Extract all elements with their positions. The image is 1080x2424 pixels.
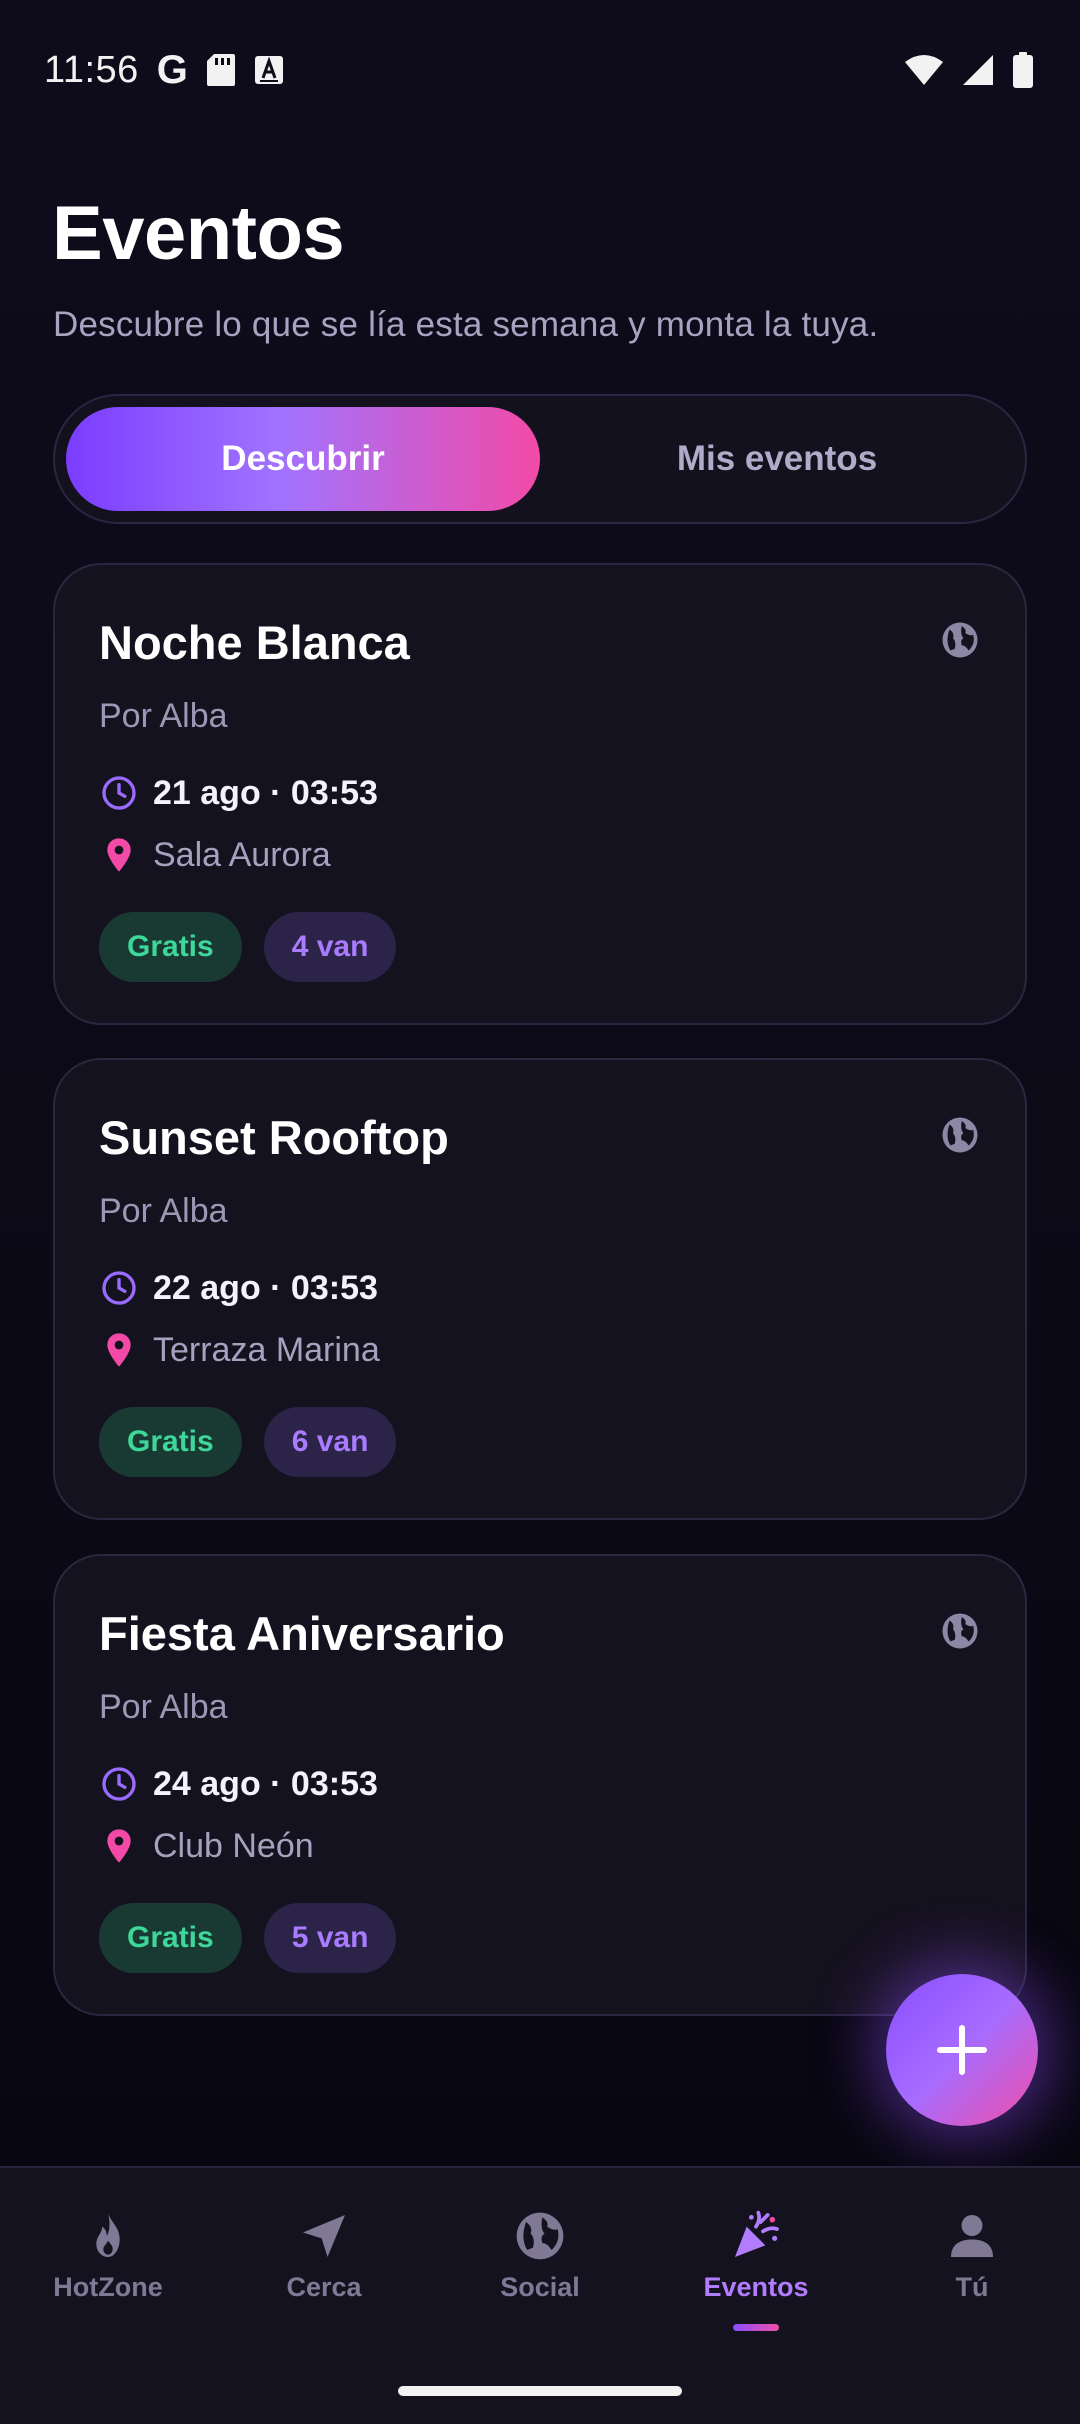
attendees-badge: 6 van <box>263 1407 397 1477</box>
nav-label: HotZone <box>53 2272 163 2302</box>
nav-label: Social <box>500 2272 580 2302</box>
nav-item-tu[interactable]: Tú <box>864 2168 1080 2368</box>
sd-card-icon <box>206 54 235 86</box>
nav-active-indicator <box>733 2324 779 2331</box>
event-chips: Gratis 5 van <box>99 1903 397 1973</box>
navigation-arrow-icon <box>303 2215 345 2257</box>
event-host: Por Alba <box>99 1688 228 1726</box>
event-place-row: Terraza Marina <box>99 1330 380 1370</box>
location-pin-icon <box>107 1333 131 1367</box>
create-event-button[interactable] <box>886 1974 1038 2126</box>
event-title: Noche Blanca <box>99 616 410 669</box>
page-subtitle: Descubre lo que se lía esta semana y mon… <box>53 305 879 344</box>
globe-icon <box>942 1117 978 1153</box>
google-icon: G <box>156 47 188 92</box>
plus-icon <box>937 2025 987 2075</box>
status-left: 11:56 G <box>44 48 284 93</box>
event-host: Por Alba <box>99 697 228 735</box>
page-title: Eventos <box>52 191 345 276</box>
event-title: Sunset Rooftop <box>99 1111 449 1164</box>
event-card[interactable]: Fiesta Aniversario Por Alba 24 ago · 03:… <box>53 1554 1027 2016</box>
nav-items: HotZone Cerca Social Eventos Tú <box>0 2168 1080 2368</box>
event-title: Fiesta Aniversario <box>99 1607 505 1660</box>
party-popper-icon <box>735 2210 779 2257</box>
location-pin-icon <box>107 838 131 872</box>
price-badge: Gratis <box>99 912 242 982</box>
font-icon <box>254 56 283 84</box>
event-place: Club Neón <box>153 1826 314 1865</box>
price-badge: Gratis <box>99 1407 242 1477</box>
event-card[interactable]: Sunset Rooftop Por Alba 22 ago · 03:53 T… <box>53 1058 1027 1520</box>
event-place-row: Sala Aurora <box>99 835 331 875</box>
tab-descubrir[interactable]: Descubrir <box>66 407 540 511</box>
attendees-badge: 5 van <box>263 1903 397 1973</box>
event-card[interactable]: Noche Blanca Por Alba 21 ago · 03:53 Sal… <box>53 563 1027 1025</box>
events-screen: 11:56 G Eventos Descubre lo que se lía e… <box>0 0 1080 2424</box>
clock-icon <box>102 1271 136 1305</box>
nav-item-social[interactable]: Social <box>432 2168 648 2368</box>
event-datetime: 22 ago · 03:53 <box>153 1268 378 1307</box>
person-icon <box>951 2215 993 2257</box>
price-badge: Gratis <box>99 1903 242 1973</box>
attendees-badge: 4 van <box>263 912 397 982</box>
battery-icon <box>1013 52 1033 88</box>
event-datetime-row: 24 ago · 03:53 <box>99 1764 378 1804</box>
nav-label: Eventos <box>703 2272 809 2302</box>
tab-mis-eventos[interactable]: Mis eventos <box>540 407 1014 511</box>
clock-icon <box>102 1767 136 1801</box>
wifi-icon <box>905 55 943 85</box>
nav-label: Tú <box>955 2272 989 2302</box>
event-chips: Gratis 4 van <box>99 912 397 982</box>
event-place-row: Club Neón <box>99 1826 314 1866</box>
nav-label: Cerca <box>286 2272 362 2302</box>
status-right <box>904 52 1034 88</box>
event-chips: Gratis 6 van <box>99 1407 397 1477</box>
signal-icon <box>963 55 993 85</box>
home-indicator[interactable] <box>398 2386 682 2396</box>
event-host: Por Alba <box>99 1192 228 1230</box>
flame-icon <box>96 2212 120 2257</box>
tab-switch: Descubrir Mis eventos <box>53 394 1027 524</box>
globe-icon <box>942 1613 978 1649</box>
event-datetime: 24 ago · 03:53 <box>153 1764 378 1803</box>
nav-item-hotzone[interactable]: HotZone <box>0 2168 216 2368</box>
globe-icon <box>516 2212 564 2260</box>
event-datetime-row: 21 ago · 03:53 <box>99 773 378 813</box>
clock-icon <box>102 776 136 810</box>
event-datetime-row: 22 ago · 03:53 <box>99 1268 378 1308</box>
nav-item-eventos[interactable]: Eventos <box>648 2168 864 2368</box>
event-place: Sala Aurora <box>153 835 331 874</box>
status-time: 11:56 <box>44 48 139 91</box>
nav-item-cerca[interactable]: Cerca <box>216 2168 432 2368</box>
status-bar: 11:56 G <box>0 0 1080 140</box>
event-place: Terraza Marina <box>153 1330 380 1369</box>
globe-icon <box>942 622 978 658</box>
event-datetime: 21 ago · 03:53 <box>153 773 378 812</box>
location-pin-icon <box>107 1829 131 1863</box>
